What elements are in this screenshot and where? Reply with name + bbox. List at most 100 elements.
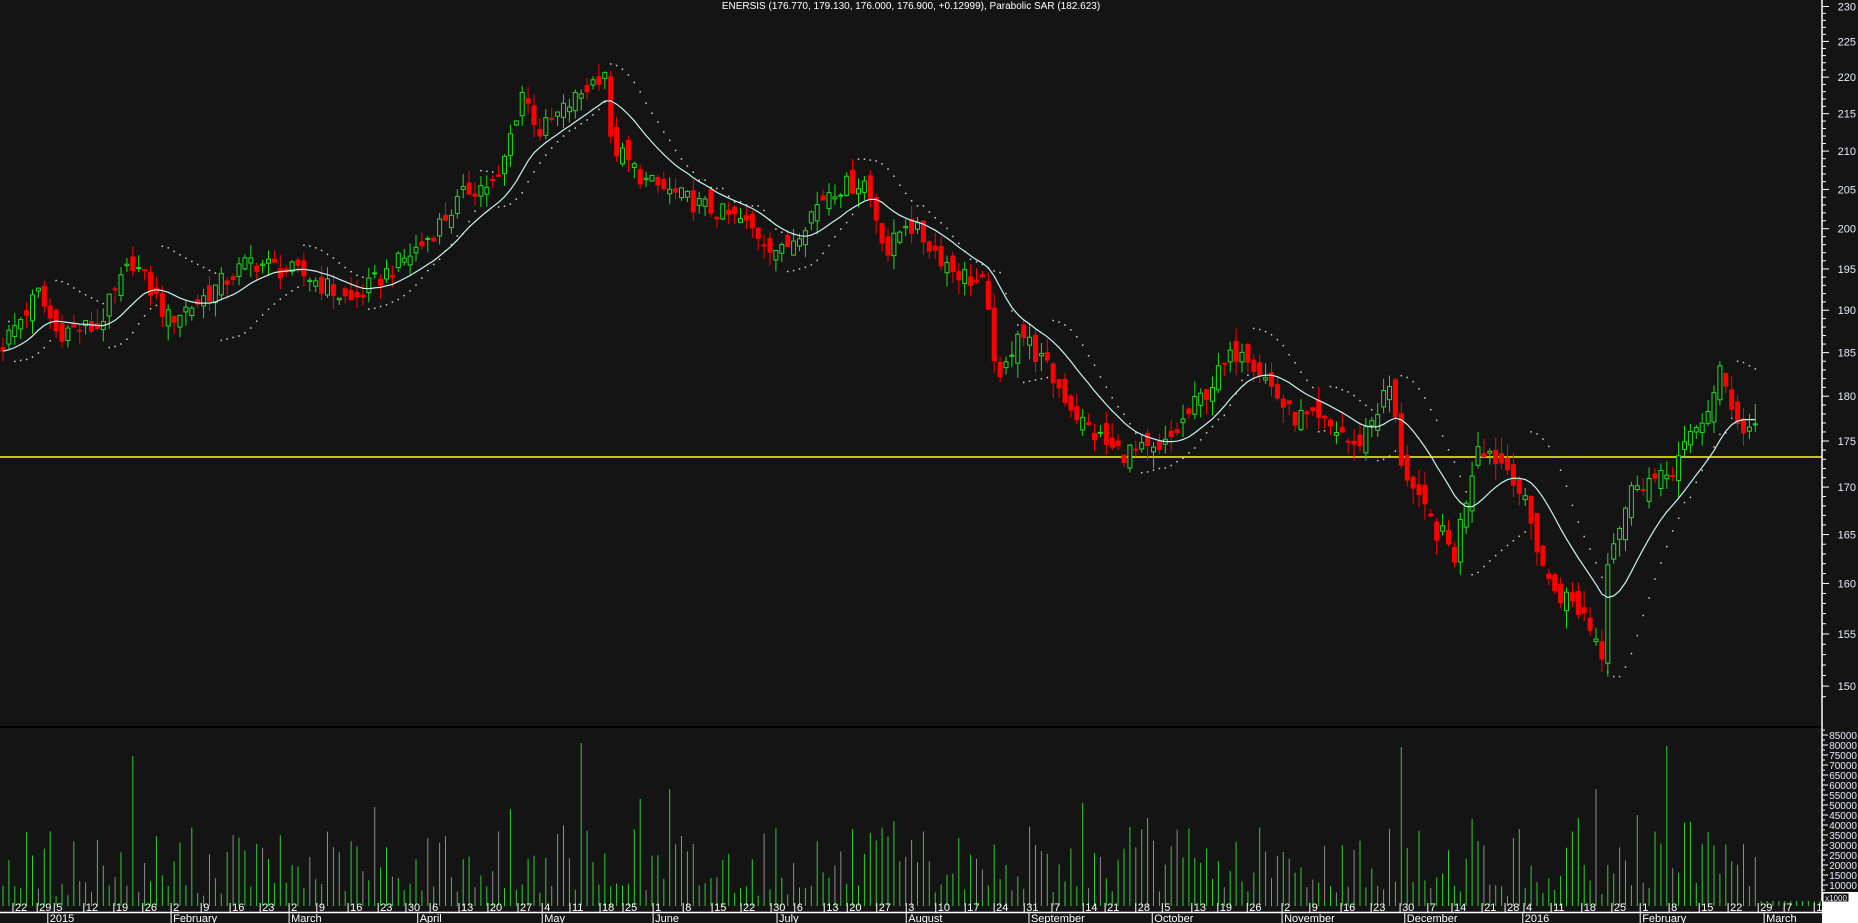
candle (844, 172, 850, 197)
week-label[interactable]: 13 (826, 902, 838, 914)
sar-dot (1211, 425, 1214, 428)
week-label[interactable]: 27 (520, 902, 532, 914)
candle-body (1375, 414, 1381, 431)
sar-dot (314, 247, 317, 249)
candle-body (1481, 453, 1487, 458)
candle-body (1021, 324, 1027, 338)
candle-body (1357, 434, 1363, 447)
week-label[interactable]: 17 (967, 902, 979, 914)
week-label[interactable]: 26 (145, 902, 157, 914)
week-label[interactable]: 15 (714, 902, 726, 914)
sar-dot (1300, 371, 1302, 373)
week-label[interactable]: 24 (996, 902, 1008, 914)
week-label[interactable]: 13 (1194, 902, 1206, 914)
candle-body (1705, 410, 1711, 424)
week-label[interactable]: 25 (1614, 902, 1626, 914)
sar-dot (255, 320, 258, 322)
candle-body (77, 329, 83, 332)
month-label[interactable]: March (291, 913, 322, 923)
sar-dot (84, 294, 87, 296)
month-label[interactable]: October (1154, 913, 1193, 923)
sar-dot (1589, 548, 1591, 550)
week-label[interactable]: 11 (1553, 902, 1564, 914)
week-label[interactable]: 30 (408, 902, 420, 914)
week-label[interactable]: 14 (1085, 902, 1097, 914)
week-label[interactable]: 19 (1220, 902, 1232, 914)
month-label[interactable]: June (655, 913, 679, 923)
sar-dot (173, 250, 175, 253)
week-label[interactable]: 16 (232, 902, 244, 914)
candle-body (602, 72, 608, 79)
candle (720, 203, 726, 221)
week-label[interactable]: 11 (572, 902, 583, 914)
price-tick-label: 200 (1838, 224, 1856, 236)
week-label[interactable]: 25 (625, 902, 637, 914)
month-label[interactable]: February (1642, 913, 1687, 923)
sar-dot (1648, 597, 1650, 599)
week-label[interactable]: 18 (1584, 902, 1596, 914)
sar-dot (132, 331, 134, 334)
month-label[interactable]: April (420, 913, 442, 923)
sar-dot (232, 336, 234, 339)
week-label[interactable]: 12 (86, 902, 98, 914)
month-label[interactable]: 2015 (50, 913, 74, 923)
candle-body (1605, 564, 1611, 664)
week-label[interactable]: 19 (116, 902, 128, 914)
sar-dot (704, 179, 706, 181)
week-label[interactable]: 16 (1343, 902, 1355, 914)
week-label[interactable]: 21 (1484, 902, 1496, 914)
candle-body (1670, 475, 1676, 478)
month-label[interactable]: February (173, 913, 218, 923)
week-label[interactable]: 26 (1249, 902, 1261, 914)
week-label[interactable]: 22 (15, 902, 27, 914)
candle-body (1693, 427, 1699, 433)
sar-dot (379, 305, 382, 308)
month-label[interactable]: August (908, 913, 942, 923)
week-label[interactable]: 28 (1138, 902, 1150, 914)
candle-body (47, 305, 53, 319)
month-label[interactable]: July (779, 913, 799, 923)
week-label[interactable]: 15 (1701, 902, 1713, 914)
price-tick-label: 190 (1838, 305, 1856, 317)
week-label[interactable]: 28 (1507, 902, 1519, 914)
week-label[interactable]: 23 (380, 902, 392, 914)
month-label[interactable]: 2016 (1525, 913, 1549, 923)
price-tick-label: 155 (1838, 629, 1856, 641)
candle-body (1446, 529, 1451, 545)
candle-body (808, 211, 814, 224)
sar-dot (61, 280, 63, 283)
sar-dot (126, 338, 128, 341)
sar-dot (1217, 418, 1220, 421)
candle-body (1682, 441, 1687, 450)
week-label[interactable]: 16 (350, 902, 362, 914)
candle-body (378, 278, 384, 286)
month-label[interactable]: September (1031, 913, 1085, 923)
week-label[interactable]: 20 (849, 902, 861, 914)
sar-dot (1571, 504, 1574, 507)
candle-body (1274, 384, 1280, 399)
month-label[interactable]: May (544, 913, 565, 923)
week-label[interactable]: 22 (1730, 902, 1742, 914)
candle-body (926, 241, 932, 252)
week-label[interactable]: 23 (1373, 902, 1385, 914)
sar-dot (185, 257, 187, 259)
week-label[interactable]: 13 (461, 902, 473, 914)
week-label[interactable]: 20 (490, 902, 502, 914)
week-label[interactable]: 22 (743, 902, 755, 914)
sar-dot (1341, 389, 1344, 391)
candle-body (254, 265, 260, 272)
candle-body (566, 106, 572, 113)
week-label[interactable]: 18 (602, 902, 614, 914)
week-label[interactable]: 27 (879, 902, 891, 914)
week-label[interactable]: 14 (1816, 902, 1828, 914)
month-label[interactable]: November (1284, 913, 1335, 923)
sar-dot (1512, 540, 1515, 542)
week-label[interactable]: 8 (685, 902, 691, 914)
week-label[interactable]: 21 (1107, 902, 1119, 914)
month-label[interactable]: December (1407, 913, 1458, 923)
month-label[interactable]: March (1766, 913, 1797, 923)
candle-body (1652, 473, 1658, 479)
candle-body (1422, 484, 1428, 505)
week-label[interactable]: 23 (262, 902, 274, 914)
sar-dot (486, 170, 488, 173)
